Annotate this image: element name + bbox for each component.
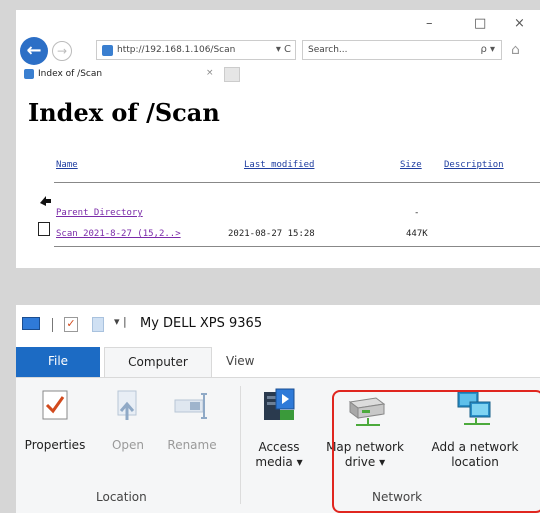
browser-tab-row: Index of /Scan × <box>16 66 540 86</box>
page-icon <box>24 69 34 79</box>
address-text: http://192.168.1.106/Scan <box>117 45 236 55</box>
close-button[interactable]: × <box>514 16 525 31</box>
column-last-modified-link[interactable]: Last modified <box>244 160 314 170</box>
tab-view[interactable]: View <box>226 347 254 377</box>
rename-icon <box>174 393 207 419</box>
home-icon[interactable]: ⌂ <box>511 42 520 58</box>
tab-file[interactable]: File <box>16 347 100 377</box>
maximize-button[interactable]: □ <box>474 16 486 31</box>
browser-tab[interactable]: Index of /Scan × <box>20 66 220 84</box>
page-icon <box>102 45 113 56</box>
row-size: - <box>414 208 420 218</box>
open-button[interactable]: Open <box>102 390 154 470</box>
address-bar[interactable]: http://192.168.1.106/Scan ▾ C <box>96 40 296 60</box>
access-media-label-2: media ▾ <box>255 455 303 469</box>
location-group-label: Location <box>96 490 147 504</box>
minimize-button[interactable]: – <box>426 16 433 31</box>
footer-divider <box>54 246 540 247</box>
row-size: 447K <box>406 229 428 239</box>
page-title: Index of /Scan <box>28 98 220 127</box>
properties-check-icon[interactable]: ✓ <box>64 317 78 332</box>
rename-button[interactable]: Rename <box>156 390 228 470</box>
toolbar-divider <box>52 318 53 332</box>
rename-label: Rename <box>167 438 217 452</box>
forward-arrow-icon[interactable]: → <box>52 41 72 61</box>
close-tab-icon[interactable]: × <box>206 68 214 78</box>
tab-computer[interactable]: Computer <box>104 347 212 378</box>
header-divider <box>54 182 540 183</box>
open-icon <box>117 390 137 420</box>
window-title: My DELL XPS 9365 <box>140 316 263 331</box>
ribbon-tabs: File Computer View <box>16 347 540 378</box>
access-media-button[interactable]: Access media ▾ <box>248 388 310 478</box>
group-divider <box>240 386 241 504</box>
search-input[interactable]: Search... ρ ▾ <box>302 40 502 60</box>
address-row: ← → http://192.168.1.106/Scan ▾ C Search… <box>16 36 540 66</box>
customize-dropdown-icon[interactable]: ▾ | <box>114 315 127 328</box>
back-folder-icon <box>40 196 51 206</box>
access-media-icon <box>264 388 295 420</box>
quick-access-toolbar: ✓ ▾ | My DELL XPS 9365 <box>16 305 540 341</box>
computer-icon[interactable] <box>22 317 40 330</box>
column-size-link[interactable]: Size <box>400 160 422 170</box>
new-folder-icon[interactable] <box>92 317 104 332</box>
new-tab-button[interactable] <box>224 67 240 82</box>
properties-label: Properties <box>24 438 86 452</box>
refresh-icon[interactable]: ▾ C <box>276 44 291 55</box>
properties-icon <box>42 390 68 420</box>
browser-tab-title: Index of /Scan <box>38 69 103 79</box>
search-icon[interactable]: ρ ▾ <box>480 44 495 55</box>
browser-titlebar: – □ × <box>16 10 540 34</box>
column-description-link[interactable]: Description <box>444 160 504 170</box>
properties-button[interactable]: Properties <box>18 390 92 470</box>
file-explorer-window: ✓ ▾ | My DELL XPS 9365 File Computer Vie… <box>16 305 540 513</box>
scan-file-link[interactable]: Scan 2021-8-27 (15,2..> <box>56 229 181 239</box>
back-arrow-icon[interactable]: ← <box>20 37 48 65</box>
access-media-label-1: Access <box>258 440 300 454</box>
network-group-highlight <box>332 390 540 513</box>
file-icon <box>38 222 50 236</box>
browser-window: – □ × ← → http://192.168.1.106/Scan ▾ C … <box>16 10 540 268</box>
parent-directory-link[interactable]: Parent Directory <box>56 208 143 218</box>
open-label: Open <box>111 438 145 452</box>
row-last-modified: 2021-08-27 15:28 <box>228 229 315 239</box>
search-placeholder: Search... <box>308 45 348 55</box>
column-name-link[interactable]: Name <box>56 160 78 170</box>
